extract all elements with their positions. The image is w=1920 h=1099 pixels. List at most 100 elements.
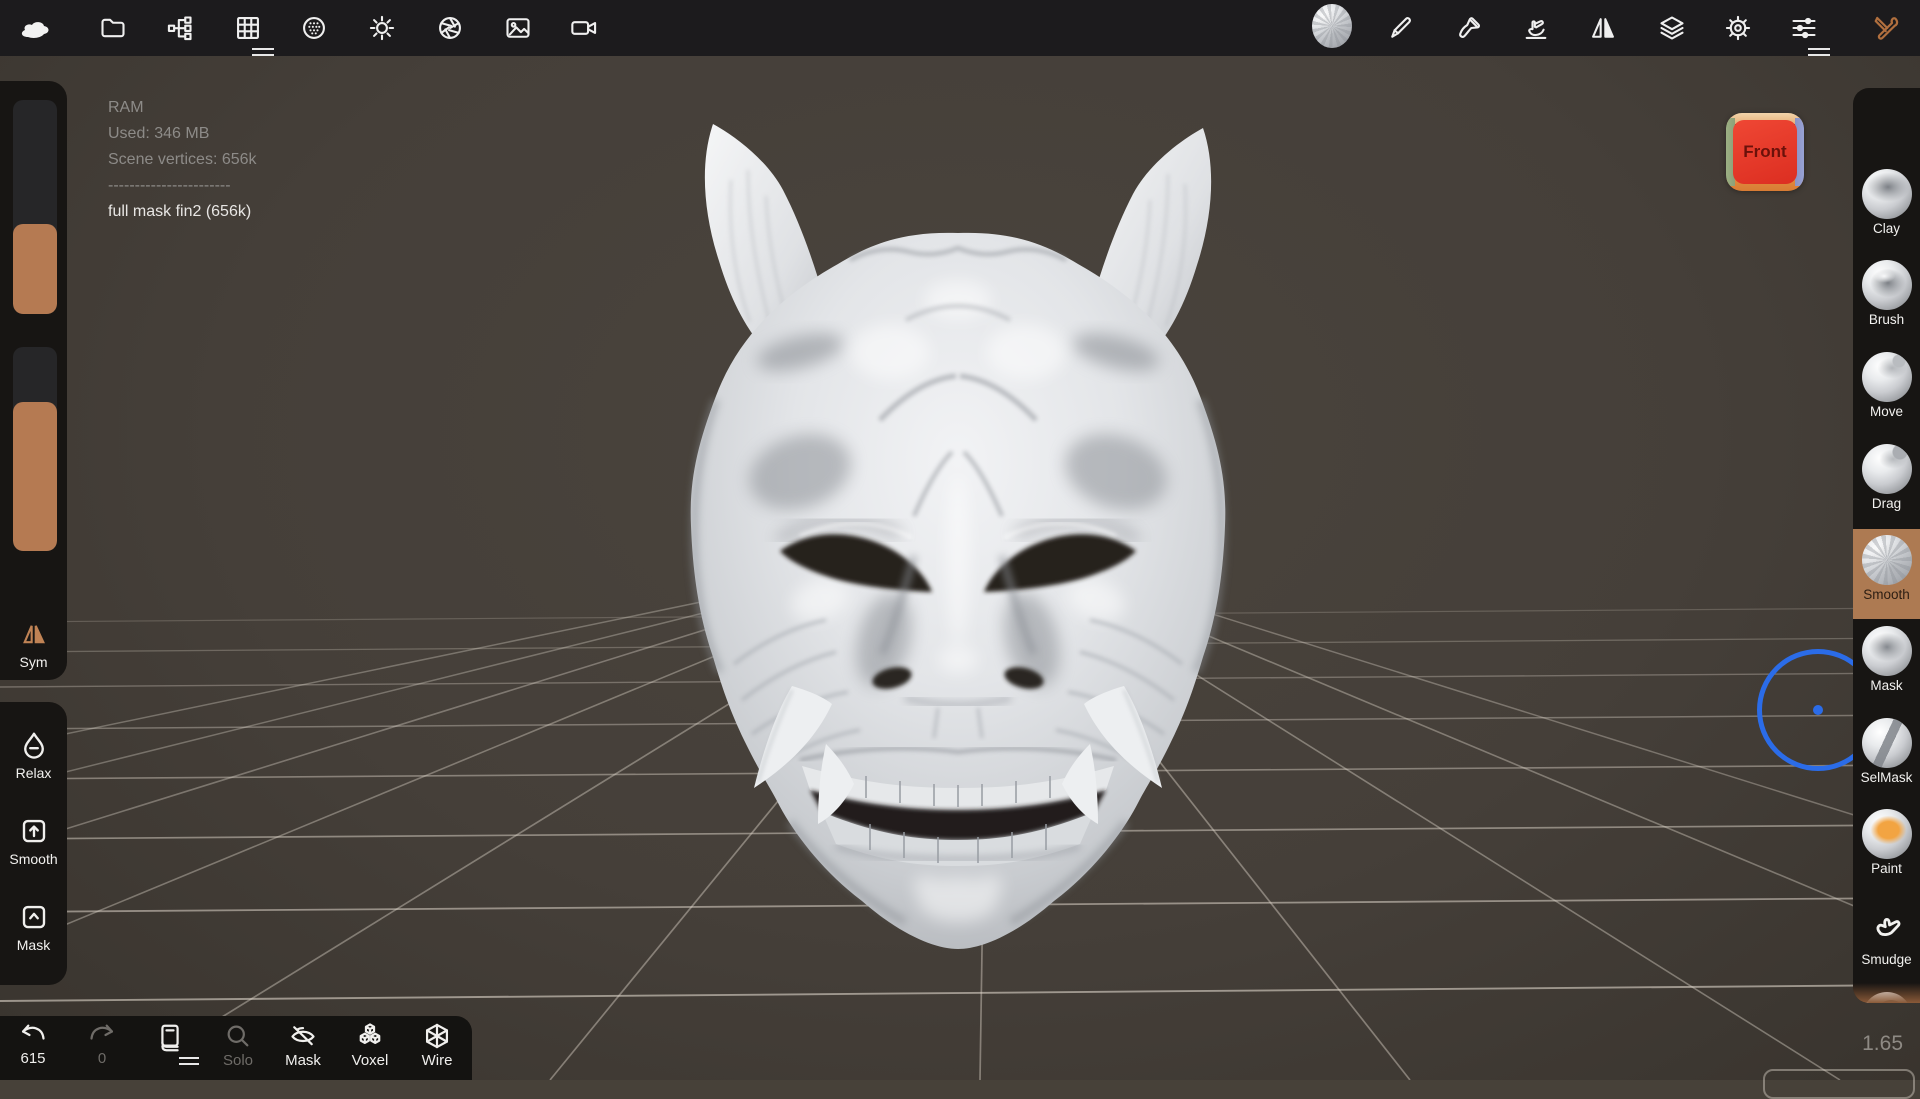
solo-toggle[interactable]: Solo [209, 1022, 267, 1069]
sliders-submenu-indicator[interactable] [1808, 48, 1830, 56]
radius-slider-fill [13, 224, 57, 314]
settings-gear-icon[interactable] [1718, 8, 1758, 48]
mesh-name: full mask fin2 (656k) [108, 199, 257, 225]
tool-label: Mask [1853, 678, 1920, 693]
tool-drag[interactable]: Drag [1853, 439, 1920, 511]
wire-label: Wire [408, 1052, 466, 1069]
selmask-sphere-thumbnail [1862, 718, 1912, 768]
ram-used: Used: 346 MB [108, 121, 257, 147]
zoom-scale-readout: 1.65 [1862, 1032, 1903, 1056]
tool-paint[interactable]: Paint [1853, 804, 1920, 876]
box-chevron-up-icon [19, 902, 49, 932]
hand-stylus-icon[interactable] [1516, 8, 1556, 48]
drop-minus-icon [19, 730, 49, 760]
symmetry-toggle[interactable]: Sym [0, 620, 67, 672]
history-book-icon [156, 1022, 184, 1054]
mask-eye-slash-icon [288, 1022, 318, 1050]
tool-label: Smooth [1853, 587, 1920, 602]
redo-arrow-icon [88, 1022, 116, 1048]
tool-smooth-selected[interactable]: Smooth [1853, 529, 1920, 619]
stats-divider: ----------------------- [108, 173, 257, 199]
view-cube-front-face[interactable]: Front [1733, 120, 1797, 184]
quick-tool-label: Mask [17, 937, 50, 953]
layers-icon[interactable] [1652, 8, 1692, 48]
box-arrow-up-icon [19, 816, 49, 846]
quick-tool-smooth[interactable]: Smooth [0, 816, 67, 869]
paint-sphere-thumbnail [1862, 809, 1912, 859]
tool-label: Smudge [1853, 952, 1920, 967]
tool-label: Move [1853, 404, 1920, 419]
undo-arrow-icon [19, 1022, 47, 1048]
sym-label: Sym [20, 654, 48, 670]
scene-sliders-icon[interactable] [1784, 8, 1824, 48]
brush-cursor-dot [1813, 705, 1823, 715]
mirror-symmetry-icon[interactable] [1583, 8, 1623, 48]
solo-label: Solo [209, 1052, 267, 1069]
tool-selmask[interactable]: SelMask [1853, 713, 1920, 785]
voxel-remesh-button[interactable]: Voxel [341, 1022, 399, 1069]
intensity-slider[interactable] [13, 347, 57, 551]
tool-brush[interactable]: Brush [1853, 255, 1920, 327]
redo-count: 0 [73, 1050, 131, 1067]
tool-label: Paint [1853, 861, 1920, 876]
tool-label: Drag [1853, 496, 1920, 511]
history-submenu-indicator [179, 1057, 199, 1065]
undo-button[interactable]: 615 [4, 1022, 62, 1067]
bottom-toolbar: 615 0 Solo Mask Voxel Wire [0, 1016, 472, 1080]
tool-move[interactable]: Move [1853, 347, 1920, 419]
brush-sphere-thumbnail [1862, 260, 1912, 310]
tool-label: Clay [1853, 221, 1920, 236]
postprocess-aperture-icon[interactable] [430, 8, 470, 48]
quick-tool-mask[interactable]: Mask [0, 902, 67, 955]
grid-icon[interactable] [228, 8, 268, 48]
smooth-sphere-thumbnail [1862, 535, 1912, 585]
undo-count: 615 [4, 1050, 62, 1067]
quick-tool-relax[interactable]: Relax [0, 730, 67, 783]
tool-preview-sphere[interactable] [1312, 6, 1352, 46]
move-sphere-thumbnail [1862, 352, 1912, 402]
tool-label: SelMask [1853, 770, 1920, 785]
top-toolbar [0, 0, 1920, 56]
background-image-icon[interactable] [498, 8, 538, 48]
solo-magnifier-icon [224, 1022, 252, 1050]
radius-slider[interactable] [13, 100, 57, 314]
sym-mirror-icon [19, 620, 49, 648]
mask-visibility-toggle[interactable]: Mask [274, 1022, 332, 1069]
paint-brush-icon[interactable] [1449, 8, 1489, 48]
debug-tools-wrench-icon[interactable] [1866, 8, 1906, 48]
tool-mask[interactable]: Mask [1853, 621, 1920, 693]
history-menu-button[interactable] [141, 1022, 199, 1065]
view-orientation-cube[interactable]: Front [1726, 113, 1804, 191]
folder-icon[interactable] [93, 8, 133, 48]
clay-sphere-thumbnail [1862, 169, 1912, 219]
quick-tool-label: Smooth [9, 851, 57, 867]
tool-smudge[interactable]: Smudge [1853, 895, 1920, 967]
material-sphere-icon[interactable] [294, 8, 334, 48]
pen-stroke-icon[interactable] [1381, 8, 1421, 48]
wireframe-toggle[interactable]: Wire [408, 1022, 466, 1069]
nomad-logo-icon[interactable] [14, 8, 54, 48]
lighting-sun-icon[interactable] [362, 8, 402, 48]
left-slider-rail: Sym [0, 81, 67, 680]
right-tool-rail: Clay Brush Move Drag Smooth Mask SelMask… [1853, 88, 1920, 1003]
oni-mask-model [0, 0, 1920, 1080]
mask-sphere-thumbnail [1862, 626, 1912, 676]
wireframe-icon [422, 1022, 452, 1050]
smudge-hand-icon [1862, 900, 1912, 950]
voxel-cubes-icon [355, 1022, 385, 1050]
ram-title: RAM [108, 95, 257, 121]
rail-bottom-fade [1853, 983, 1920, 1003]
mask-label: Mask [274, 1052, 332, 1069]
tool-clay[interactable]: Clay [1853, 164, 1920, 236]
camera-video-icon[interactable] [564, 8, 604, 48]
left-quick-tools: Relax Smooth Mask [0, 702, 67, 985]
redo-button[interactable]: 0 [73, 1022, 131, 1067]
scene-graph-icon[interactable] [160, 8, 200, 48]
scene-stats: RAM Used: 346 MB Scene vertices: 656k --… [108, 95, 257, 225]
quick-tool-label: Relax [16, 765, 52, 781]
viewport-canvas[interactable]: 1.65 [0, 0, 1920, 1080]
scene-vertices: Scene vertices: 656k [108, 147, 257, 173]
grid-submenu-indicator[interactable] [252, 48, 274, 56]
intensity-slider-fill [13, 402, 57, 551]
bottom-right-popup-edge [1763, 1069, 1915, 1099]
